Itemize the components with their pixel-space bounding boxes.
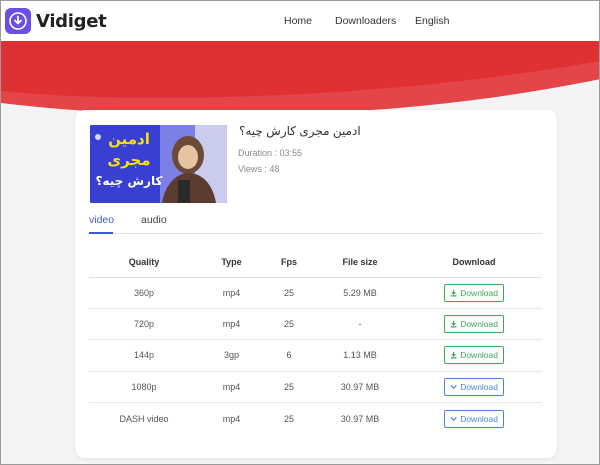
cell-fps: 25	[264, 277, 314, 309]
cell-download: Download	[406, 277, 542, 309]
download-table: Quality Type Fps File size Download 360p…	[89, 248, 542, 434]
cell-file-size: 30.97 MB	[340, 413, 380, 424]
page: Vidiget Home Downloaders English ادمین م…	[0, 0, 600, 465]
video-thumbnail[interactable]: ادمین مجری کارش چیه؟	[90, 125, 227, 203]
download-circle-icon	[5, 8, 31, 34]
table-row: 720p mp4 25 - Download	[89, 308, 542, 341]
video-result-card: ادمین مجری کارش چیه؟ ادمین مجری کارش چیه…	[75, 110, 557, 458]
thumbnail-line-2: مجری	[107, 151, 151, 169]
thumbnail-line-1: ادمین	[108, 130, 150, 148]
download-icon	[450, 289, 457, 297]
download-button-label: Download	[460, 287, 498, 298]
download-button[interactable]: Download	[444, 283, 504, 302]
thumbnail-caption: ادمین مجری کارش چیه؟	[94, 129, 164, 192]
header-type: Type	[199, 248, 264, 278]
cell-download: Download	[406, 371, 542, 404]
tab-video[interactable]: video	[89, 214, 114, 226]
chevron-down-icon	[450, 416, 457, 421]
table-row: 1080p mp4 25 30.97 MB Download	[89, 371, 542, 404]
cell-fps: 6	[264, 339, 314, 372]
top-header: Vidiget Home Downloaders English	[1, 1, 599, 41]
tab-audio[interactable]: audio	[141, 214, 167, 226]
header-file-size: File size	[314, 248, 406, 278]
video-title: ادمین مجری کارش چیه؟	[239, 124, 361, 138]
download-dropdown-button[interactable]: Download	[444, 409, 504, 428]
cell-quality: DASH video	[119, 413, 169, 424]
nav-downloaders[interactable]: Downloaders	[335, 15, 396, 27]
download-button-label: Download	[460, 413, 498, 424]
cell-fps: 25	[264, 308, 314, 341]
cell-quality: 144p	[89, 339, 199, 372]
cell-quality: 1080p	[89, 371, 199, 404]
active-tab-indicator	[89, 232, 113, 234]
cell-download: Download	[406, 339, 542, 372]
download-button-label: Download	[460, 319, 498, 330]
header-fps: Fps	[264, 248, 314, 278]
cell-type: 3gp	[199, 339, 264, 372]
download-button-label: Download	[460, 381, 498, 392]
table-row: 360p mp4 25 5.29 MB Download	[89, 277, 542, 309]
cell-type: mp4	[199, 277, 264, 309]
cell-quality: 360p	[89, 277, 199, 309]
cell-download: Download	[406, 403, 542, 434]
cell-type: mp4	[222, 413, 241, 424]
download-icon	[450, 352, 457, 359]
video-duration: Duration : 03:55	[238, 148, 303, 158]
cell-quality: 720p	[89, 308, 199, 341]
chevron-down-icon	[450, 384, 457, 390]
download-icon	[450, 320, 457, 328]
table-header-row: Quality Type Fps File size Download	[89, 248, 542, 278]
table-row: DASH video mp4 25 30.97 MB Download	[89, 403, 542, 434]
logo-text: Vidiget	[36, 10, 107, 32]
cell-file-size: -	[314, 308, 406, 341]
table-row: 144p 3gp 6 1.13 MB Download	[89, 339, 542, 372]
download-dropdown-button[interactable]: Download	[444, 377, 504, 396]
cell-type: mp4	[199, 308, 264, 341]
cell-type: mp4	[199, 371, 264, 404]
logo[interactable]: Vidiget	[5, 8, 107, 34]
cell-fps: 25	[283, 413, 294, 424]
video-views: Views : 48	[238, 164, 280, 174]
cell-download: Download	[406, 308, 542, 341]
header-quality: Quality	[89, 248, 199, 278]
cell-file-size: 30.97 MB	[314, 371, 406, 404]
download-button-label: Download	[460, 350, 498, 361]
format-tabs: video audio	[89, 210, 542, 234]
nav-language[interactable]: English	[415, 15, 449, 27]
cell-fps: 25	[264, 371, 314, 404]
download-button[interactable]: Download	[444, 315, 504, 334]
thumbnail-line-3: کارش چیه؟	[95, 174, 163, 188]
cell-file-size: 5.29 MB	[314, 277, 406, 309]
header-download: Download	[406, 248, 542, 278]
cell-file-size: 1.13 MB	[314, 339, 406, 372]
nav-home[interactable]: Home	[284, 15, 312, 27]
download-button[interactable]: Download	[444, 346, 504, 365]
